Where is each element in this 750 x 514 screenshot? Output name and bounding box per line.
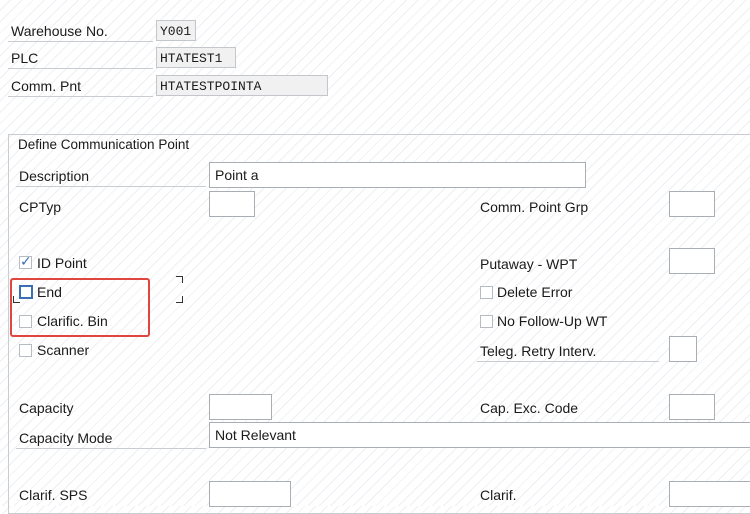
- clarif-input[interactable]: [669, 481, 750, 507]
- check-icon: ✓: [20, 253, 32, 269]
- comm-point-grp-label: Comm. Point Grp: [480, 199, 589, 215]
- comm-pnt-label: Comm. Pnt: [8, 75, 153, 97]
- scanner-label: Scanner: [37, 342, 90, 358]
- cptyp-input[interactable]: [209, 191, 255, 217]
- comm-point-grp-input[interactable]: [669, 191, 715, 217]
- description-input[interactable]: Point a: [209, 162, 586, 188]
- group-title: Define Communication Point: [18, 137, 190, 152]
- plc-label: PLC: [8, 47, 153, 69]
- putaway-wpt-input[interactable]: [669, 248, 715, 274]
- delete-error-checkbox[interactable]: [480, 286, 493, 299]
- warehouse-label: Warehouse No.: [8, 20, 153, 42]
- focus-corner-tr: [176, 276, 183, 283]
- plc-field: HTATEST1: [156, 47, 236, 68]
- teleg-retry-input[interactable]: [669, 336, 697, 362]
- description-label: Description: [16, 165, 206, 187]
- no-follow-up-label: No Follow-Up WT: [497, 313, 608, 329]
- focus-corner-br: [176, 296, 183, 303]
- capacity-mode-dropdown[interactable]: Not Relevant: [209, 422, 750, 448]
- cap-exc-code-label: Cap. Exc. Code: [480, 400, 579, 416]
- highlight-box: [10, 278, 150, 337]
- capacity-mode-label: Capacity Mode: [16, 427, 206, 449]
- cptyp-label: CPTyp: [19, 199, 62, 215]
- teleg-retry-label: Teleg. Retry Interv.: [477, 340, 659, 362]
- id-point-checkbox[interactable]: ✓: [19, 253, 32, 269]
- clarif-label: Clarif.: [480, 487, 517, 503]
- putaway-wpt-label: Putaway - WPT: [480, 256, 578, 272]
- clarif-sps-label: Clarif. SPS: [19, 487, 88, 503]
- capacity-input[interactable]: [209, 394, 272, 420]
- warehouse-field: Y001: [156, 20, 196, 41]
- comm-pnt-field: HTATESTPOINTA: [156, 75, 328, 96]
- id-point-label: ID Point: [37, 255, 87, 271]
- scanner-checkbox[interactable]: [19, 344, 32, 357]
- no-follow-up-checkbox[interactable]: [480, 315, 493, 328]
- cap-exc-code-input[interactable]: [669, 394, 715, 420]
- capacity-label: Capacity: [19, 400, 74, 416]
- clarif-sps-input[interactable]: [209, 481, 291, 507]
- delete-error-label: Delete Error: [497, 284, 573, 300]
